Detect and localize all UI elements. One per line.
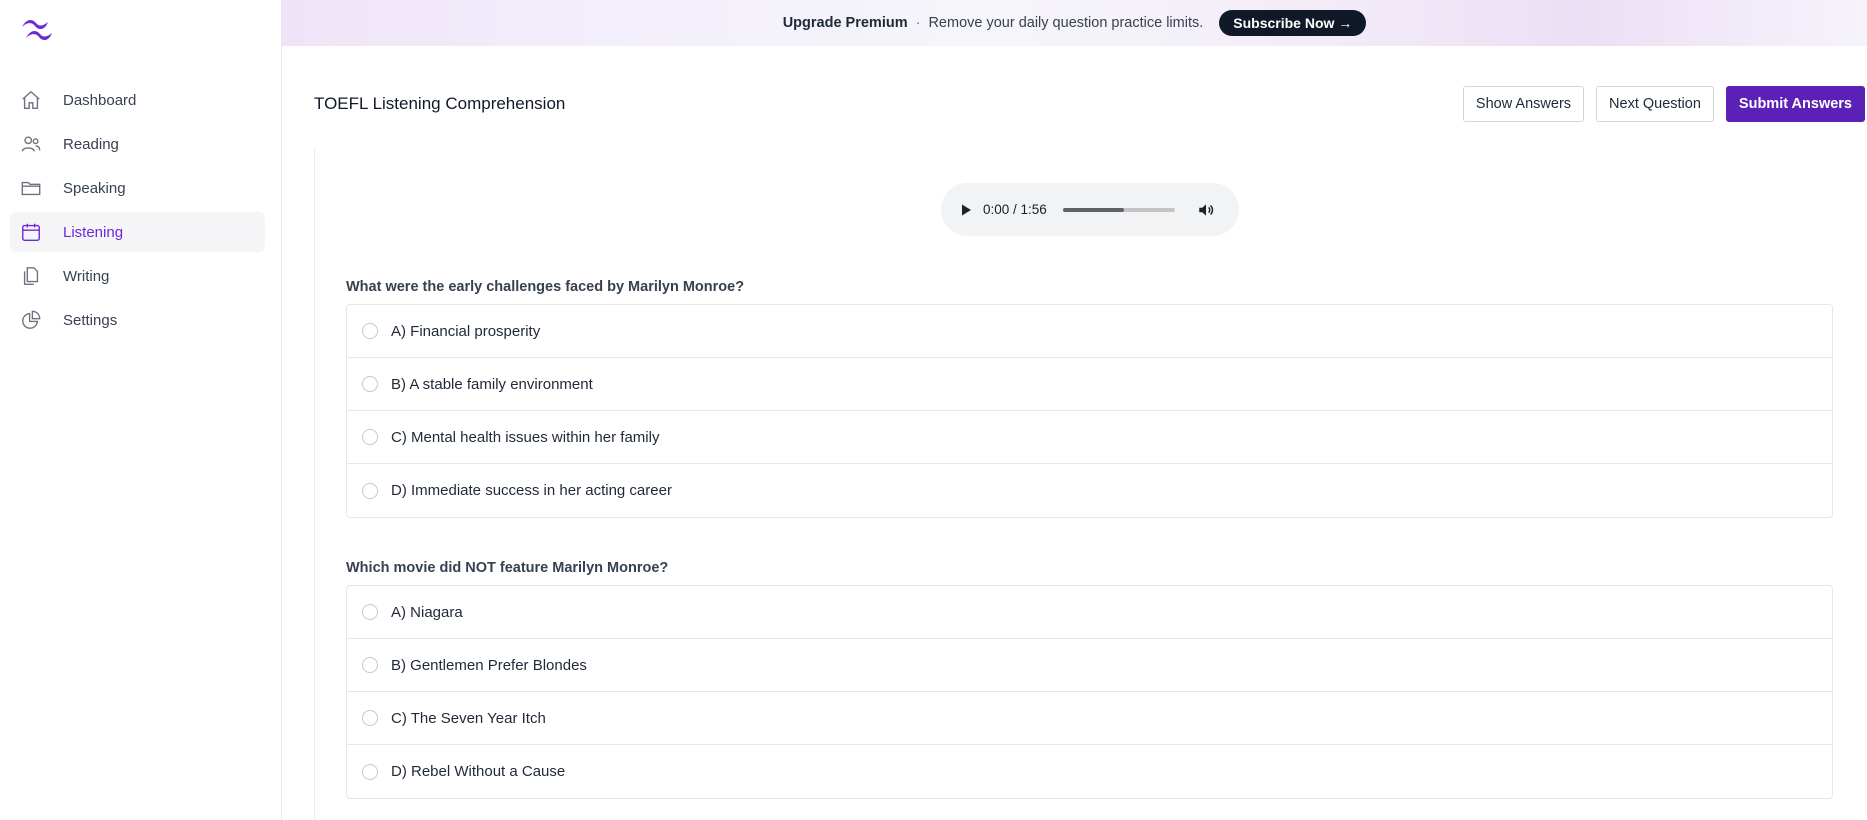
sidebar-item-label: Settings (63, 311, 118, 329)
sidebar-item-label: Dashboard (63, 91, 137, 109)
radio-button[interactable] (362, 482, 378, 499)
question-1-options: A) Financial prosperity B) A stable fami… (346, 304, 1833, 518)
submit-answers-button[interactable]: Submit Answers (1725, 86, 1865, 122)
audio-time: 0:00 / 1:56 (983, 202, 1047, 217)
radio-button[interactable] (362, 657, 378, 673)
home-icon (20, 89, 42, 111)
question-1-text: What were the early challenges faced by … (346, 279, 745, 295)
answer-option-label: C) Mental health issues within her famil… (391, 428, 660, 446)
answer-option-label: D) Rebel Without a Cause (391, 763, 566, 780)
answer-option-label: A) Niagara (391, 603, 463, 621)
answer-option[interactable]: D) Immediate success in her acting caree… (347, 464, 1832, 517)
sidebar-item-speaking[interactable]: Speaking (10, 168, 265, 208)
radio-button[interactable] (362, 710, 378, 726)
sidebar-item-dashboard[interactable]: Dashboard (10, 80, 265, 120)
answer-option-label: C) The Seven Year Itch (391, 709, 546, 727)
pie-chart-icon (20, 309, 42, 331)
sidebar-item-label: Reading (63, 135, 119, 153)
answer-option[interactable]: C) The Seven Year Itch (347, 692, 1832, 745)
next-question-button[interactable]: Next Question (1596, 86, 1714, 122)
audio-player: 0:00 / 1:56 (941, 183, 1239, 236)
sidebar-item-label: Writing (63, 267, 110, 285)
header-actions: Show Answers Next Question Submit Answer… (1462, 86, 1865, 122)
documents-icon (20, 265, 42, 287)
sidebar-nav: Dashboard Reading Speaking Listening Wri… (10, 80, 265, 344)
sidebar-item-reading[interactable]: Reading (10, 124, 265, 164)
answer-option[interactable]: B) Gentlemen Prefer Blondes (347, 639, 1832, 692)
answer-option-label: D) Immediate success in her acting caree… (391, 482, 672, 499)
sidebar-item-listening[interactable]: Listening (10, 212, 265, 252)
subscribe-now-button[interactable]: Subscribe Now → (1219, 10, 1367, 36)
calendar-icon (20, 221, 42, 243)
volume-icon[interactable] (1197, 201, 1215, 219)
radio-button[interactable] (362, 429, 378, 445)
show-answers-button[interactable]: Show Answers (1462, 86, 1585, 122)
play-icon[interactable] (959, 203, 973, 217)
answer-option[interactable]: A) Niagara (347, 586, 1832, 639)
folder-icon (20, 177, 42, 199)
radio-button[interactable] (362, 376, 378, 392)
sidebar: Dashboard Reading Speaking Listening Wri… (0, 0, 282, 820)
radio-button[interactable] (362, 763, 378, 780)
question-2-options: A) Niagara B) Gentlemen Prefer Blondes C… (346, 585, 1833, 799)
page-title: TOEFL Listening Comprehension (314, 94, 566, 113)
answer-option-label: B) Gentlemen Prefer Blondes (391, 656, 587, 674)
banner-title: Upgrade Premium (782, 15, 908, 31)
answer-option-label: A) Financial prosperity (391, 322, 541, 340)
banner-message: Remove your daily question practice limi… (928, 15, 1204, 31)
sidebar-item-label: Speaking (63, 179, 126, 197)
sidebar-item-writing[interactable]: Writing (10, 256, 265, 296)
sidebar-item-settings[interactable]: Settings (10, 300, 265, 340)
audio-volume-slider[interactable] (1062, 207, 1175, 212)
answer-option-label: B) A stable family environment (391, 375, 593, 393)
content-divider (314, 148, 315, 820)
answer-option[interactable]: A) Financial prosperity (347, 305, 1832, 358)
question-2-text: Which movie did NOT feature Marilyn Monr… (346, 560, 669, 576)
answer-option[interactable]: C) Mental health issues within her famil… (347, 411, 1832, 464)
answer-option[interactable]: B) A stable family environment (347, 358, 1832, 411)
radio-button[interactable] (362, 323, 378, 339)
banner-separator: · (915, 15, 921, 31)
tailwind-logo-icon[interactable] (18, 14, 56, 44)
upgrade-banner: Upgrade Premium · Remove your daily ques… (282, 0, 1867, 46)
users-icon (20, 133, 42, 155)
sidebar-item-label: Listening (63, 223, 124, 241)
answer-option[interactable]: D) Rebel Without a Cause (347, 745, 1832, 798)
audio-volume-fill (1062, 207, 1125, 212)
radio-button[interactable] (362, 604, 378, 620)
